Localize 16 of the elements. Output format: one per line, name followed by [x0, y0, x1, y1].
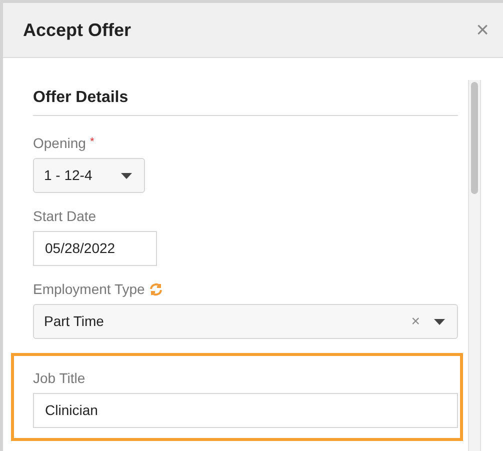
select-field[interactable]: Part Time ×: [33, 304, 458, 339]
scrollbar-thumb[interactable]: [471, 82, 478, 194]
field-label: Start Date: [33, 206, 96, 226]
select-field[interactable]: 1 - 12-4: [33, 158, 145, 193]
required-mark: *: [90, 135, 94, 150]
field-label: Opening: [33, 134, 86, 153]
sync-icon[interactable]: [148, 282, 163, 296]
caret-icon: [121, 172, 132, 178]
field-label: Employment Type: [33, 280, 145, 299]
caret-icon: [434, 318, 445, 324]
section-title: Offer Details: [33, 88, 130, 108]
field-label: Job Title: [33, 368, 86, 388]
input-field[interactable]: Clinician: [33, 393, 458, 428]
dialog-title: Accept Offer: [23, 18, 132, 42]
input-field[interactable]: 05/28/2022: [33, 231, 157, 266]
scrollbar[interactable]: [468, 80, 481, 451]
